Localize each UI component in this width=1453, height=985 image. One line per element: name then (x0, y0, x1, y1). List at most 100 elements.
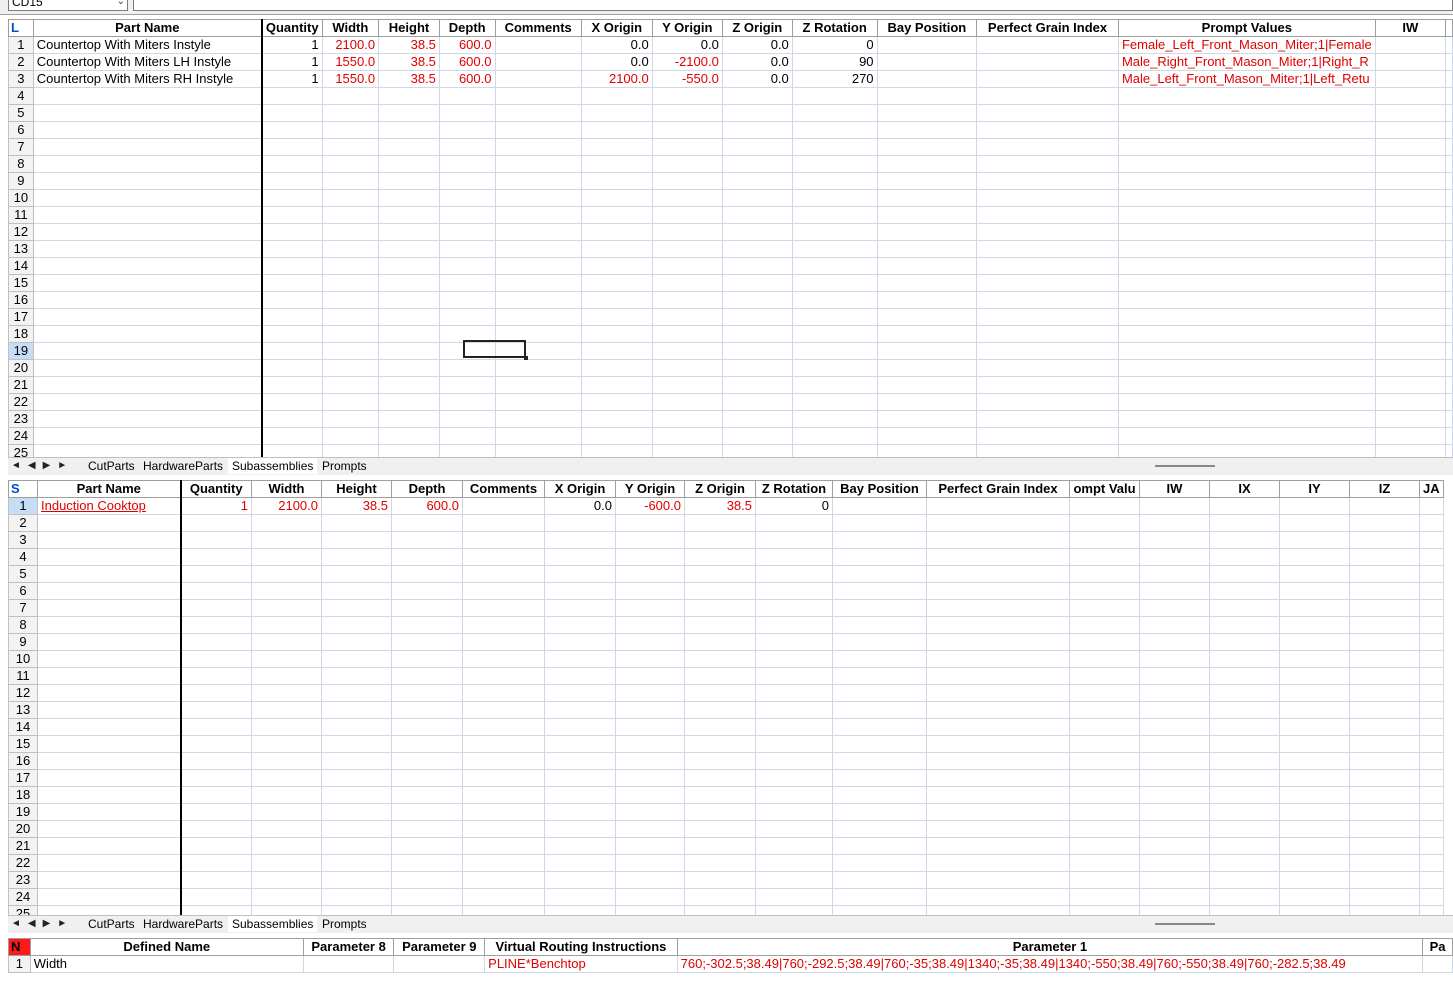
column-header[interactable]: Z Origin (684, 480, 756, 498)
cell[interactable] (721, 172, 793, 190)
cell[interactable] (391, 565, 463, 583)
cell[interactable] (391, 854, 463, 872)
cell[interactable] (755, 854, 833, 872)
cell[interactable] (1279, 497, 1350, 515)
cell[interactable] (1139, 837, 1210, 855)
cell-pv[interactable]: Male_Right_Front_Mason_Miter;1|Right_R (1117, 53, 1376, 71)
cell[interactable] (37, 854, 182, 872)
cell-qty[interactable]: 1 (180, 497, 252, 515)
cell[interactable] (651, 138, 723, 156)
cell[interactable] (391, 871, 463, 889)
cell[interactable] (1139, 599, 1210, 617)
column-header[interactable]: IY (1279, 480, 1350, 498)
cell[interactable] (462, 905, 545, 915)
cell[interactable] (321, 104, 380, 122)
cell[interactable] (321, 172, 380, 190)
cell[interactable] (544, 582, 616, 600)
cell[interactable] (391, 786, 463, 804)
cell[interactable] (1139, 905, 1210, 915)
cell[interactable] (615, 701, 685, 719)
cell[interactable] (321, 667, 392, 685)
cell[interactable] (261, 291, 323, 309)
cell[interactable] (1139, 633, 1210, 651)
cell[interactable] (462, 565, 545, 583)
cell[interactable] (1374, 444, 1447, 457)
cell[interactable] (462, 752, 545, 770)
cell[interactable] (32, 393, 263, 411)
cell[interactable] (1279, 548, 1350, 566)
cell[interactable] (321, 582, 392, 600)
cell[interactable] (1279, 667, 1350, 685)
cell[interactable] (651, 240, 723, 258)
cell[interactable] (684, 718, 756, 736)
cell[interactable] (378, 427, 440, 445)
cell-x[interactable]: 0.0 (580, 36, 653, 54)
cell[interactable] (580, 308, 653, 326)
cell[interactable] (391, 820, 463, 838)
cell[interactable] (976, 223, 1119, 241)
cell[interactable] (321, 548, 392, 566)
cell[interactable] (1419, 582, 1444, 600)
cell[interactable] (1419, 497, 1444, 515)
row-header[interactable]: 18 (8, 325, 34, 343)
cell[interactable] (180, 769, 252, 787)
cell[interactable] (755, 650, 833, 668)
row-header[interactable]: 13 (8, 240, 34, 258)
cell[interactable] (615, 667, 685, 685)
cell[interactable] (721, 138, 793, 156)
cell[interactable] (791, 189, 878, 207)
cell[interactable] (391, 718, 463, 736)
cell[interactable] (1419, 888, 1444, 906)
cell[interactable] (721, 308, 793, 326)
cell[interactable] (321, 206, 380, 224)
row-header[interactable]: 6 (8, 582, 38, 600)
cell[interactable] (1374, 87, 1447, 105)
cell[interactable] (251, 837, 322, 855)
cell[interactable] (651, 376, 723, 394)
row-header[interactable]: 1 (8, 955, 31, 973)
column-header[interactable]: Parameter 9 (393, 938, 486, 956)
cell[interactable] (876, 376, 978, 394)
cell[interactable] (544, 888, 616, 906)
row-header[interactable]: 12 (8, 223, 34, 241)
cell[interactable] (976, 444, 1119, 457)
cell[interactable] (1209, 735, 1280, 753)
cell[interactable] (462, 837, 545, 855)
cell[interactable] (1139, 769, 1210, 787)
cell[interactable] (37, 769, 182, 787)
table-row[interactable]: 8 (8, 616, 1444, 634)
cell-y[interactable]: -2100.0 (651, 53, 723, 71)
cell[interactable] (378, 376, 440, 394)
table-row[interactable]: 14 (8, 718, 1444, 736)
cell[interactable] (1139, 514, 1210, 532)
cell[interactable] (1419, 548, 1444, 566)
cell-part[interactable]: Countertop With Miters LH Instyle (32, 53, 263, 71)
cell[interactable] (1419, 820, 1444, 838)
cell[interactable] (580, 189, 653, 207)
cell[interactable] (1349, 718, 1420, 736)
cell[interactable] (1069, 905, 1140, 915)
cell[interactable] (251, 786, 322, 804)
cell[interactable] (615, 565, 685, 583)
cell[interactable] (1279, 514, 1350, 532)
cell[interactable] (261, 410, 323, 428)
cell[interactable] (876, 359, 978, 377)
cell[interactable] (462, 633, 545, 651)
cell[interactable] (251, 684, 322, 702)
cell[interactable] (976, 121, 1119, 139)
table-row[interactable]: 3 Countertop With Miters RH Instyle 1 1550.… (8, 70, 1453, 88)
cell-d[interactable]: 600.0 (438, 53, 496, 71)
cell[interactable] (926, 837, 1070, 855)
row-header[interactable]: 9 (8, 633, 38, 651)
cell[interactable] (926, 684, 1070, 702)
cell[interactable] (791, 427, 878, 445)
cell[interactable] (615, 684, 685, 702)
cell[interactable] (494, 359, 582, 377)
cell[interactable] (32, 121, 263, 139)
cell[interactable] (378, 410, 440, 428)
cell[interactable] (494, 291, 582, 309)
cell[interactable] (321, 684, 392, 702)
cell[interactable] (1419, 718, 1444, 736)
cell[interactable] (1139, 871, 1210, 889)
row-header[interactable]: 21 (8, 376, 34, 394)
